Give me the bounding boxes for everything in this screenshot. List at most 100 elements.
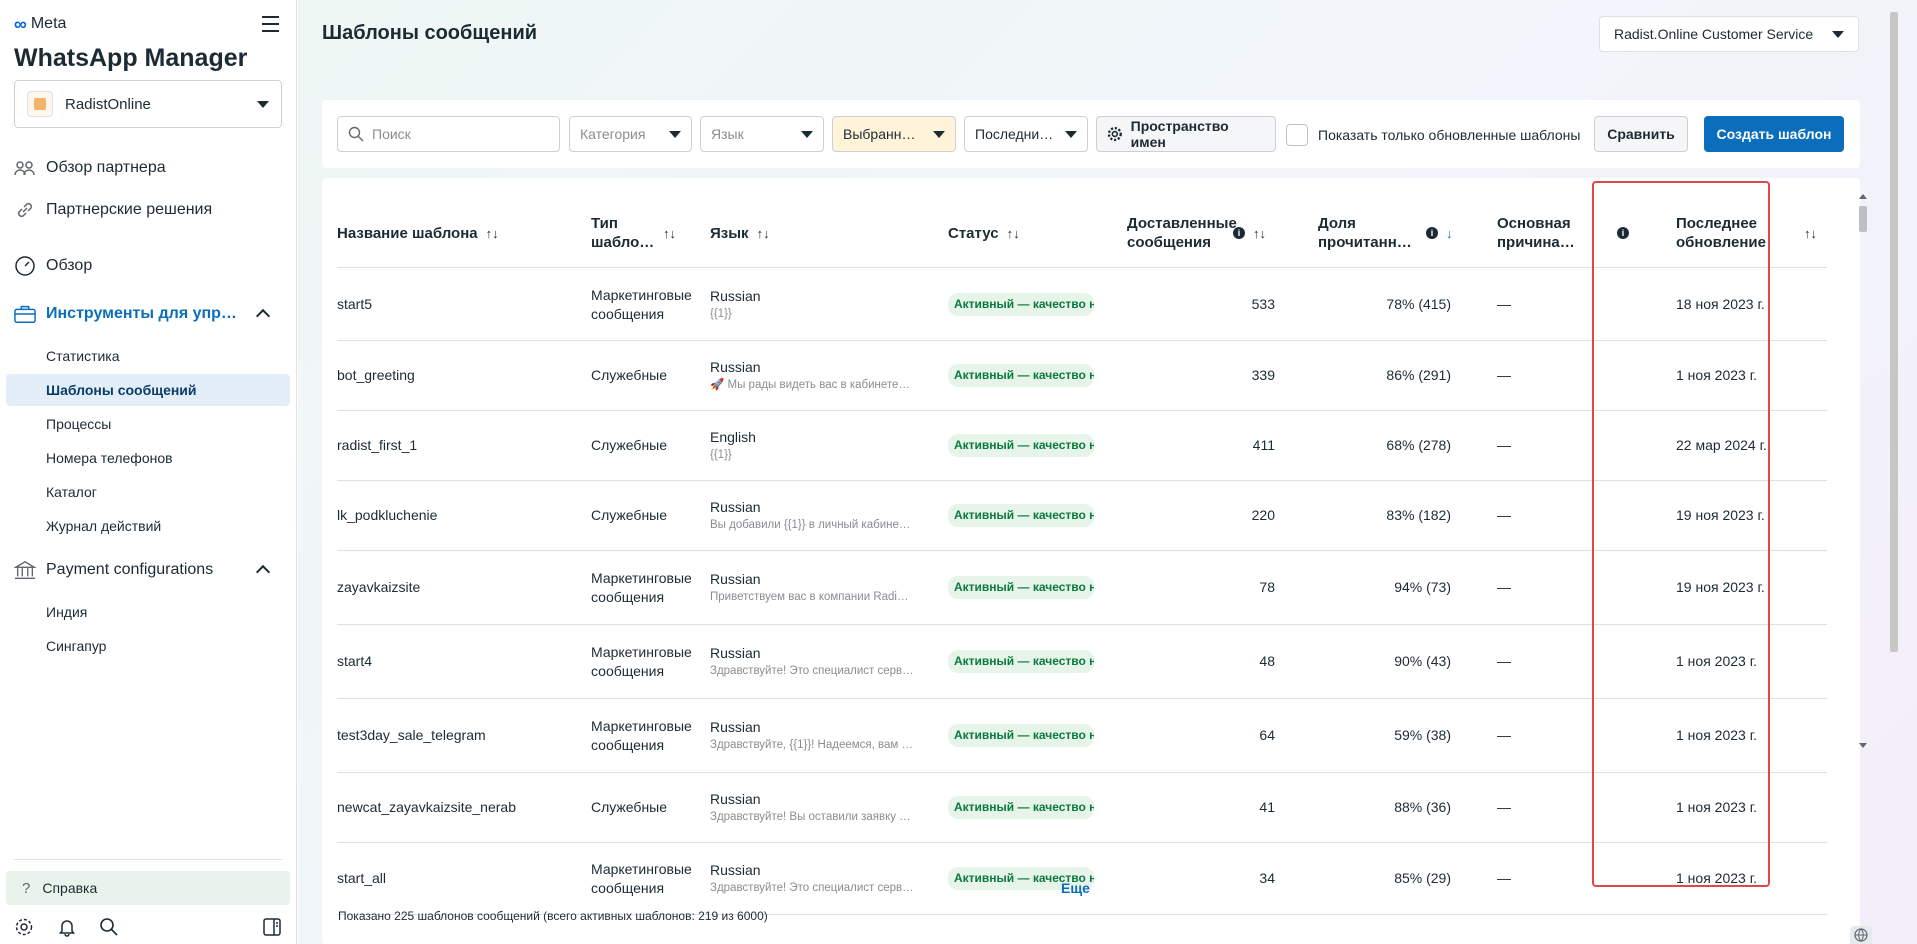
col-label: Доставленные сообщения [1127,215,1237,251]
nav-statistics[interactable]: Статистика [46,348,120,364]
sort-icon[interactable]: ↑↓ [757,226,770,241]
info-icon[interactable]: i [1233,227,1245,239]
cell-delivered: 64 [1127,699,1275,772]
compare-button[interactable]: Сравнить [1594,116,1688,152]
show-updated-toggle[interactable]: Показать только обновленные шаблоны [1286,124,1580,146]
cell-delivered: 339 [1127,341,1275,410]
category-dropdown[interactable]: Категория [569,116,692,152]
template-name: lk_podkluchenie [337,507,438,523]
cell-template-name: lk_podkluchenie [337,481,577,550]
template-name: start_all [337,870,387,886]
reason-value: — [1497,296,1511,312]
table-scrollbar[interactable] [1857,194,1869,748]
col-name[interactable]: Название шаблона ↑↓ [337,198,567,268]
template-name: bot_greeting [337,367,415,383]
read-rate: 88% (36) [1394,799,1451,815]
delivered-count: 220 [1251,507,1275,523]
nav-payment-configurations[interactable]: Payment configurations [14,556,213,584]
business-select[interactable]: Radist.Online Customer Service [1599,16,1859,52]
col-updated[interactable]: Последнее обновление ↑↓ [1676,198,1826,268]
sort-icon[interactable]: ↑↓ [663,226,676,241]
template-preview: Здравствуйте! Вы оставили заявку … [710,811,911,823]
table-row[interactable]: zayavkaizsite Маркетинговые сообщения Russ… [337,551,1827,625]
search-icon[interactable] [99,916,120,938]
settings-gear-icon[interactable] [14,916,35,938]
template-type: Служебные [591,799,668,815]
info-icon[interactable]: i [1426,227,1438,239]
col-status[interactable]: Статус ↑↓ [948,198,1088,268]
reason-value: — [1497,727,1511,743]
nav-singapore[interactable]: Сингапур [46,638,106,654]
namespace-button[interactable]: Пространство имен [1096,116,1276,152]
filter-bar: Поиск Категория Язык Выбранн… Последни… … [322,100,1860,168]
sort-icon[interactable]: ↑↓ [1804,226,1817,241]
updated-date: 1 ноя 2023 г. [1676,799,1757,815]
cell-delivered: 48 [1127,625,1275,698]
chevron-up-icon[interactable] [255,564,271,580]
sort-icon[interactable]: ↑↓ [1007,226,1020,241]
col-reason: Основная причина… i [1497,198,1637,268]
load-more-link[interactable]: Еще [1061,880,1090,896]
menu-icon[interactable] [262,16,279,32]
table-row[interactable]: newcat_zayavkaizsite_nerab Служебные Russi… [337,773,1827,843]
table-row[interactable]: lk_podkluchenie Служебные Russian Вы добави… [337,481,1827,551]
nav-india[interactable]: Индия [46,604,87,620]
col-type[interactable]: Тип шабло… ↑↓ [591,198,691,268]
cell-reason: — [1497,411,1617,480]
globe-icon[interactable] [1850,926,1872,944]
cell-status: Активный — качество не определено [948,773,1100,842]
page-scrollbar[interactable] [1888,0,1900,660]
scroll-thumb[interactable] [1859,206,1867,232]
search-input[interactable]: Поиск [337,116,560,152]
nav-partner-solutions[interactable]: Партнерские решения [14,196,212,224]
table-row[interactable]: start5 Маркетинговые сообщения Russian {{1}… [337,269,1827,341]
bell-icon[interactable] [57,916,78,938]
sort-icon[interactable]: ↑↓ [486,226,499,241]
table-row[interactable]: start_all Маркетинговые сообщения Russian З… [337,843,1827,915]
show-updated-checkbox[interactable] [1286,124,1308,146]
namespace-label: Пространство имен [1130,118,1229,150]
panel-toggle-icon[interactable] [262,916,283,938]
nav-overview[interactable]: Обзор [14,252,92,280]
nav-tools[interactable]: Инструменты для упр… [14,300,237,328]
cell-reason: — [1497,843,1617,914]
cell-type: Маркетинговые сообщения [591,269,703,340]
cell-type: Маркетинговые сообщения [591,551,703,624]
nav-message-templates[interactable]: Шаблоны сообщений [46,382,197,398]
language-dropdown[interactable]: Язык [700,116,824,152]
nav-partner-overview[interactable]: Обзор партнера [14,154,166,182]
table-row[interactable]: test3day_sale_telegram Маркетинговые сооб… [337,699,1827,773]
app-title: WhatsApp Manager [14,44,248,72]
cell-status: Активный — качество не определено [948,269,1100,340]
read-rate: 90% (43) [1394,653,1451,669]
table-row[interactable]: bot_greeting Служебные Russian 🚀 Мы рады ви… [337,341,1827,411]
cell-type: Служебные [591,481,703,550]
selected-filter-dropdown[interactable]: Выбранн… [832,116,956,152]
sort-desc-icon[interactable]: ↓ [1446,226,1453,241]
help-link[interactable]: ? Справка [6,871,290,905]
cell-status: Активный — качество не определено [948,699,1100,772]
reason-value: — [1497,579,1511,595]
chevron-up-icon[interactable] [255,308,271,324]
cell-status: Активный — качество не определено [948,411,1100,480]
recent-dropdown[interactable]: Последни… [964,116,1088,152]
cell-template-name: bot_greeting [337,341,577,410]
scroll-down-icon[interactable] [1859,743,1867,748]
chevron-down-icon [801,130,813,138]
table-row[interactable]: radist_first_1 Служебные English {{1}} Акти… [337,411,1827,481]
nav-processes[interactable]: Процессы [46,416,111,432]
account-select[interactable]: RadistOnline [14,80,282,128]
cell-status: Активный — качество не определено [948,481,1100,550]
nav-activity-log[interactable]: Журнал действий [46,518,161,534]
col-delivered[interactable]: Доставленные сообщения i ↑↓ [1127,198,1297,268]
col-language[interactable]: Язык ↑↓ [710,198,910,268]
info-icon[interactable]: i [1617,227,1629,239]
scroll-up-icon[interactable] [1859,194,1867,199]
sort-icon[interactable]: ↑↓ [1253,226,1266,241]
table-row[interactable]: start4 Маркетинговые сообщения Russian Здра… [337,625,1827,699]
create-template-button[interactable]: Создать шаблон [1704,116,1844,152]
page-scroll-thumb[interactable] [1890,12,1898,652]
nav-phone-numbers[interactable]: Номера телефонов [46,450,173,466]
col-read-rate[interactable]: Доля прочитанн… i ↓ [1318,198,1478,268]
nav-catalog[interactable]: Каталог [46,484,97,500]
